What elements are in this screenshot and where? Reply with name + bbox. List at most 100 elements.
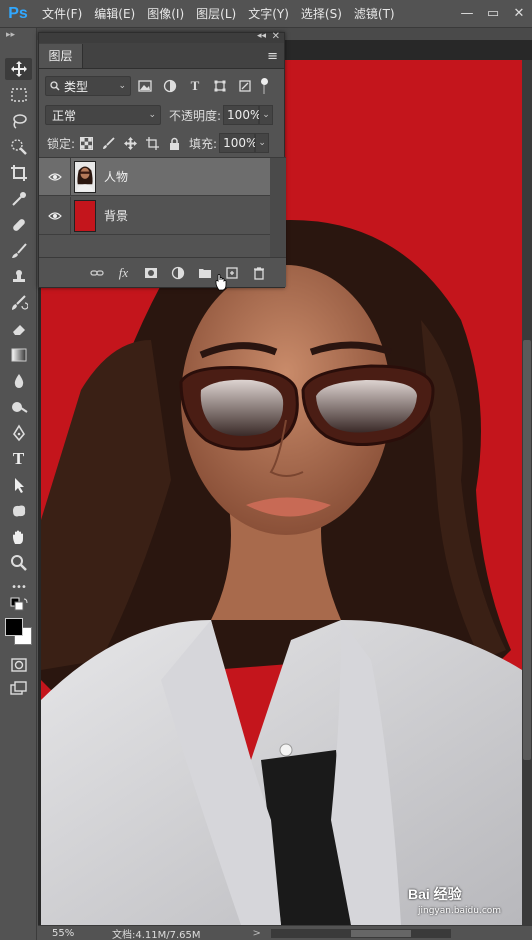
menu-layer[interactable]: 图层(L) (190, 0, 242, 28)
fx-icon[interactable]: fx (110, 262, 137, 284)
lock-all-icon[interactable] (163, 133, 185, 153)
toolbar-collapse-icon[interactable]: ▸▸ (6, 30, 15, 40)
gradient-tool-icon[interactable] (5, 344, 32, 366)
horizontal-scroll-thumb[interactable] (350, 929, 411, 937)
chevron-down-icon: ⌄ (148, 110, 156, 120)
link-layers-icon[interactable] (83, 262, 110, 284)
filter-toggle-switch[interactable] (260, 78, 268, 94)
zoom-level[interactable]: 55% (38, 928, 78, 939)
type-filter-icon[interactable]: T (184, 76, 206, 96)
clone-stamp-tool-icon[interactable] (5, 266, 32, 288)
lasso-tool-icon[interactable] (5, 110, 32, 132)
baidu-jingyan-watermark: Bai 经验 jingyan.baidu.com (408, 878, 526, 922)
photoshop-window: Ps 文件(F) 编辑(E) 图像(I) 图层(L) 文字(Y) 选择(S) 滤… (0, 0, 532, 940)
photoshop-logo: Ps (8, 4, 28, 22)
layer-name-background[interactable]: 背景 (104, 207, 128, 224)
layers-list: 人物 背景 (39, 157, 286, 258)
lock-transparent-pixels-icon[interactable] (75, 133, 97, 153)
pen-tool-icon[interactable] (5, 422, 32, 444)
default-colors-icon[interactable] (5, 597, 32, 614)
layers-panel: ◂◂ ✕ 图层 ≡ 类型 ⌄ T 正常 ⌄ 不透明度: 100% ⌄ 锁定: 填… (38, 31, 286, 288)
crop-tool-icon[interactable] (5, 162, 32, 184)
shape-filter-icon[interactable] (209, 76, 231, 96)
more-tools-icon[interactable]: ••• (5, 576, 32, 598)
lock-artboard-icon[interactable] (141, 133, 163, 153)
zoom-tool-icon[interactable] (5, 552, 32, 574)
dodge-tool-icon[interactable] (5, 396, 32, 418)
blur-tool-icon[interactable] (5, 370, 32, 392)
adjustment-layer-icon[interactable] (164, 262, 191, 284)
fx-label: fx (118, 264, 129, 280)
panel-title-bar[interactable]: ◂◂ ✕ (39, 31, 284, 43)
move-tool-icon[interactable] (5, 58, 32, 80)
minimize-button[interactable]: — (454, 0, 480, 28)
lock-fill-row: 锁定: 填充: 100% ⌄ (39, 131, 286, 155)
lock-label: 锁定: (47, 136, 76, 151)
menu-filter[interactable]: 滤镜(T) (348, 0, 401, 28)
eyedropper-tool-icon[interactable] (5, 188, 32, 210)
lock-position-icon[interactable] (119, 133, 141, 153)
brush-tool-icon[interactable] (5, 240, 32, 262)
horizontal-scrollbar[interactable] (270, 928, 451, 938)
filter-kind-label: 类型 (64, 79, 89, 94)
search-icon (50, 81, 60, 91)
eye-icon[interactable] (39, 196, 71, 235)
panel-menu-icon[interactable]: ≡ (267, 49, 278, 64)
delete-layer-icon[interactable] (245, 262, 272, 284)
menu-file[interactable]: 文件(F) (36, 0, 88, 28)
history-brush-tool-icon[interactable] (5, 292, 32, 314)
opacity-dropdown-icon[interactable]: ⌄ (259, 105, 274, 125)
fill-input[interactable]: 100% (219, 133, 257, 153)
opacity-input[interactable]: 100% (223, 105, 261, 125)
quick-mask-icon[interactable] (5, 654, 32, 676)
watermark-brand: Bai 经验 (408, 886, 462, 902)
close-button[interactable]: ✕ (506, 0, 532, 28)
layer-mask-icon[interactable] (137, 262, 164, 284)
panel-collapse-icon[interactable]: ◂◂ (257, 31, 266, 41)
document-info: 文档:4.11M/7.65M (112, 929, 201, 940)
foreground-color-swatch[interactable] (5, 618, 23, 636)
layer-row-person[interactable]: 人物 (39, 157, 270, 196)
healing-brush-tool-icon[interactable] (5, 214, 32, 236)
more-tools-glyph: ••• (11, 581, 27, 593)
marquee-tool-icon[interactable] (5, 84, 32, 106)
blend-mode-label: 正常 (52, 108, 77, 123)
status-menu-arrow[interactable]: > (253, 928, 261, 939)
layer-name-person[interactable]: 人物 (104, 168, 128, 185)
layers-panel-footer: fx (39, 257, 286, 287)
menu-select[interactable]: 选择(S) (295, 0, 348, 28)
eraser-tool-icon[interactable] (5, 318, 32, 340)
smart-object-filter-icon[interactable] (234, 76, 256, 96)
quick-selection-tool-icon[interactable] (5, 136, 32, 158)
hand-tool-icon[interactable] (5, 526, 32, 548)
filter-kind-select[interactable]: 类型 ⌄ (45, 76, 131, 96)
blend-mode-select[interactable]: 正常 ⌄ (45, 105, 161, 125)
layer-filter-row: 类型 ⌄ T (39, 73, 286, 99)
custom-shape-tool-icon[interactable] (5, 500, 32, 522)
layers-list-scrollbar[interactable] (270, 158, 286, 258)
tools-panel: ▸▸ T ••• (0, 28, 37, 940)
fill-label: 填充: (189, 136, 218, 151)
vertical-scrollbar[interactable] (522, 60, 532, 925)
status-bar: 55% 文档:4.11M/7.65M > (38, 925, 532, 940)
vertical-scroll-thumb[interactable] (523, 340, 531, 760)
type-tool-icon[interactable]: T (5, 448, 32, 470)
hand-cursor-icon (215, 274, 227, 291)
tab-layers[interactable]: 图层 (39, 44, 83, 68)
path-selection-tool-icon[interactable] (5, 474, 32, 496)
menu-type[interactable]: 文字(Y) (242, 0, 295, 28)
screen-mode-icon[interactable] (5, 678, 32, 700)
menu-image[interactable]: 图像(I) (141, 0, 190, 28)
lock-image-pixels-icon[interactable] (97, 133, 119, 153)
watermark-url: jingyan.baidu.com (418, 906, 502, 916)
image-filter-icon[interactable] (134, 76, 156, 96)
window-controls: — ▭ ✕ (454, 0, 532, 28)
eye-icon[interactable] (39, 157, 71, 196)
panel-close-icon[interactable]: ✕ (272, 31, 280, 42)
layer-row-background[interactable]: 背景 (39, 196, 270, 235)
red-fill-thumbnail (74, 199, 96, 232)
menu-edit[interactable]: 编辑(E) (88, 0, 141, 28)
adjustment-filter-icon[interactable] (159, 76, 181, 96)
fill-dropdown-icon[interactable]: ⌄ (255, 133, 270, 153)
restore-button[interactable]: ▭ (480, 0, 506, 28)
